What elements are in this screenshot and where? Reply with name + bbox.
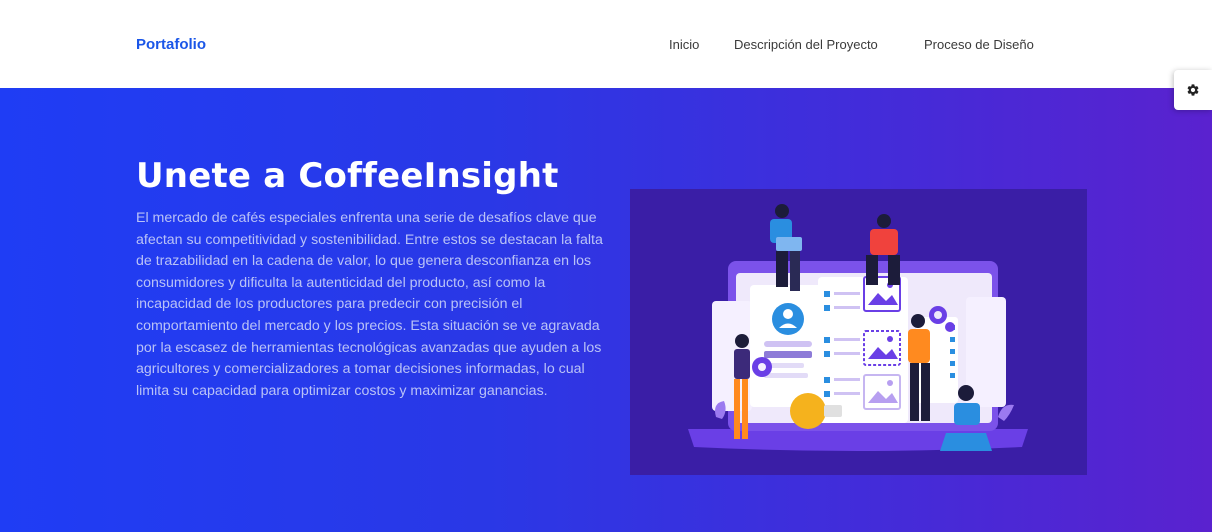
nav-link-proceso[interactable]: Proceso de Diseño xyxy=(924,37,1034,52)
nav-link-inicio[interactable]: Inicio xyxy=(669,37,699,52)
settings-toggle-button[interactable] xyxy=(1174,70,1212,110)
hero-illustration xyxy=(630,189,1087,475)
hero-description: El mercado de cafés especiales enfrenta … xyxy=(136,210,603,399)
hero-section: Unete a CoffeeInsight El mercado de café… xyxy=(0,88,1212,532)
gear-icon xyxy=(1187,84,1199,96)
navbar: Portafolio Inicio Descripción del Proyec… xyxy=(0,0,1212,88)
nav-links: Inicio Descripción del Proyecto Proceso … xyxy=(0,37,1212,57)
hero-title: Unete a CoffeeInsight xyxy=(136,156,559,196)
nav-link-descripcion[interactable]: Descripción del Proyecto xyxy=(734,37,878,52)
